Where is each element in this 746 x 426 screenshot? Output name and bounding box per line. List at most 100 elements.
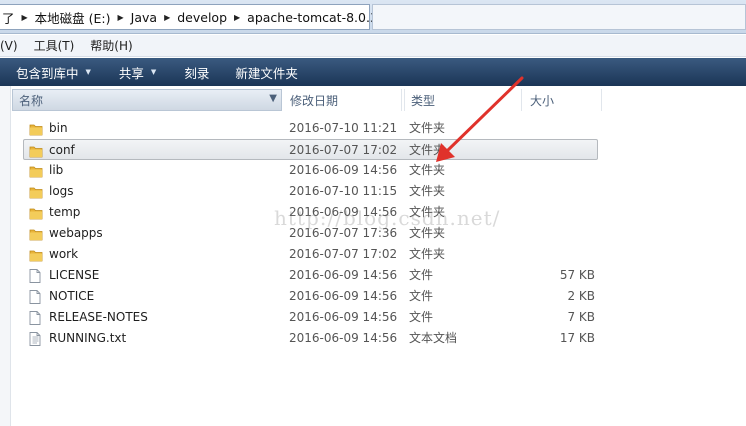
file-size (529, 140, 595, 161)
file-type: 文件夹 (409, 247, 446, 261)
column-header-date[interactable]: 修改日期 (284, 89, 402, 111)
column-header-size-label: 大小 (530, 93, 555, 108)
file-modified-date: 2016-07-07 17:02 (289, 247, 398, 261)
column-header-name[interactable]: 名称 ▼ (12, 89, 282, 111)
file-row[interactable]: NOTICE 2016-06-09 14:56 文件 2 KB (24, 286, 600, 307)
file-type: 文件夹 (409, 143, 446, 157)
burn-button[interactable]: 刻录 (176, 63, 217, 82)
file-modified-date: 2016-06-09 14:56 (289, 331, 398, 345)
file-type: 文本文档 (409, 331, 458, 345)
include-in-library-label: 包含到库中 (16, 65, 79, 81)
file-size: 7 KB (567, 310, 595, 324)
include-in-library-button[interactable]: 包含到库中 ▼ (8, 63, 99, 82)
file-size (529, 202, 595, 223)
breadcrumb-chevron-icon[interactable]: ▶ (22, 13, 28, 22)
column-header-row: 名称 ▼ 修改日期 类型 大小 (12, 89, 612, 111)
folder-icon (29, 206, 43, 220)
file-name: RELEASE-NOTES (49, 310, 148, 324)
command-toolbar: 包含到库中 ▼ 共享 ▼ 刻录 新建文件夹 (0, 58, 746, 86)
file-name: logs (49, 184, 74, 198)
folder-icon (29, 122, 43, 136)
file-row[interactable]: bin 2016-07-10 11:21 文件夹 (24, 118, 600, 139)
file-row[interactable]: temp 2016-06-09 14:56 文件夹 (24, 202, 600, 223)
file-modified-date: 2016-06-09 14:56 (289, 310, 398, 324)
file-row[interactable]: RUNNING.txt 2016-06-09 14:56 文本文档 17 KB (24, 328, 600, 349)
text-file-icon (29, 332, 42, 346)
file-row[interactable]: RELEASE-NOTES 2016-06-09 14:56 文件 7 KB (24, 307, 600, 328)
dropdown-arrow-icon[interactable]: ▼ (269, 93, 277, 104)
chevron-down-icon: ▼ (150, 68, 157, 76)
column-header-type[interactable]: 类型 (404, 89, 522, 111)
new-folder-button[interactable]: 新建文件夹 (227, 63, 306, 82)
menu-view[interactable]: (V) (0, 39, 18, 53)
menu-help[interactable]: 帮助(H) (90, 37, 132, 54)
file-type: 文件 (409, 289, 434, 303)
file-type: 文件 (409, 268, 434, 282)
file-size (529, 181, 595, 202)
folder-icon (29, 164, 43, 178)
file-name: RUNNING.txt (49, 331, 127, 345)
file-size (529, 160, 595, 181)
file-modified-date: 2016-07-07 17:02 (289, 143, 398, 157)
address-bar-area: 了 ▶ 本地磁盘 (E:) ▶ Java ▶ develop ▶ apache-… (0, 0, 746, 34)
file-name: lib (49, 163, 64, 177)
breadcrumb-java[interactable]: Java (131, 10, 157, 25)
file-type: 文件 (409, 310, 434, 324)
breadcrumb-chevron-icon[interactable]: ▶ (234, 13, 240, 22)
file-type: 文件夹 (409, 226, 446, 240)
file-size: 2 KB (567, 289, 595, 303)
menu-bar: (V) 工具(T) 帮助(H) (0, 35, 746, 57)
file-size (529, 223, 595, 244)
search-box[interactable] (372, 4, 746, 30)
breadcrumb-fragment[interactable]: 了 (2, 8, 15, 27)
file-modified-date: 2016-07-10 11:15 (289, 184, 398, 198)
file-list: bin 2016-07-10 11:21 文件夹 conf 2016-07-07 17:… (23, 118, 600, 349)
column-header-type-label: 类型 (411, 93, 436, 108)
file-size (529, 244, 595, 265)
file-modified-date: 2016-07-10 11:21 (289, 121, 398, 135)
file-row[interactable]: lib 2016-06-09 14:56 文件夹 (24, 160, 600, 181)
folder-icon (29, 248, 43, 262)
breadcrumb-drive[interactable]: 本地磁盘 (E:) (35, 8, 111, 27)
file-modified-date: 2016-06-09 14:56 (289, 268, 398, 282)
folder-icon (29, 185, 43, 199)
folder-icon (29, 144, 43, 158)
navigation-pane-edge[interactable] (0, 86, 11, 426)
file-name: bin (49, 121, 68, 135)
column-header-name-label: 名称 (19, 93, 44, 108)
file-size: 57 KB (559, 268, 595, 282)
file-row[interactable]: work 2016-07-07 17:02 文件夹 (24, 244, 600, 265)
column-header-date-label: 修改日期 (290, 93, 339, 108)
file-name: conf (49, 143, 75, 157)
burn-label: 刻录 (184, 65, 210, 81)
address-bar[interactable]: 了 ▶ 本地磁盘 (E:) ▶ Java ▶ develop ▶ apache-… (0, 4, 399, 30)
column-header-size[interactable]: 大小 (524, 89, 602, 111)
file-icon (29, 290, 42, 304)
file-modified-date: 2016-06-09 14:56 (289, 163, 398, 177)
file-modified-date: 2016-06-09 14:56 (289, 205, 398, 219)
file-list-pane: 名称 ▼ 修改日期 类型 大小 bin 2016-07-10 11:21 文件夹 co… (0, 86, 746, 426)
file-type: 文件夹 (409, 184, 446, 198)
file-icon (29, 311, 42, 325)
menu-tools[interactable]: 工具(T) (34, 37, 75, 54)
file-size: 17 KB (559, 331, 595, 345)
file-row[interactable]: logs 2016-07-10 11:15 文件夹 (24, 181, 600, 202)
file-row[interactable]: LICENSE 2016-06-09 14:56 文件 57 KB (24, 265, 600, 286)
chevron-down-icon: ▼ (85, 68, 91, 76)
file-type: 文件夹 (409, 163, 446, 177)
file-row[interactable]: conf 2016-07-07 17:02 文件夹 (23, 139, 598, 160)
new-folder-label: 新建文件夹 (235, 65, 298, 81)
file-size (529, 118, 595, 139)
file-name: NOTICE (49, 289, 95, 303)
file-name: temp (49, 205, 81, 219)
breadcrumb-chevron-icon[interactable]: ▶ (164, 13, 170, 22)
file-modified-date: 2016-07-07 17:36 (289, 226, 398, 240)
file-name: webapps (49, 226, 103, 240)
breadcrumb-develop[interactable]: develop (177, 10, 227, 25)
breadcrumb-chevron-icon[interactable]: ▶ (118, 13, 124, 22)
share-button[interactable]: 共享 ▼ (111, 63, 164, 82)
file-name: LICENSE (49, 268, 100, 282)
breadcrumb-tomcat[interactable]: apache-tomcat-8.0.36 (247, 10, 386, 25)
file-row[interactable]: webapps 2016-07-07 17:36 文件夹 (24, 223, 600, 244)
file-type: 文件夹 (409, 205, 446, 219)
